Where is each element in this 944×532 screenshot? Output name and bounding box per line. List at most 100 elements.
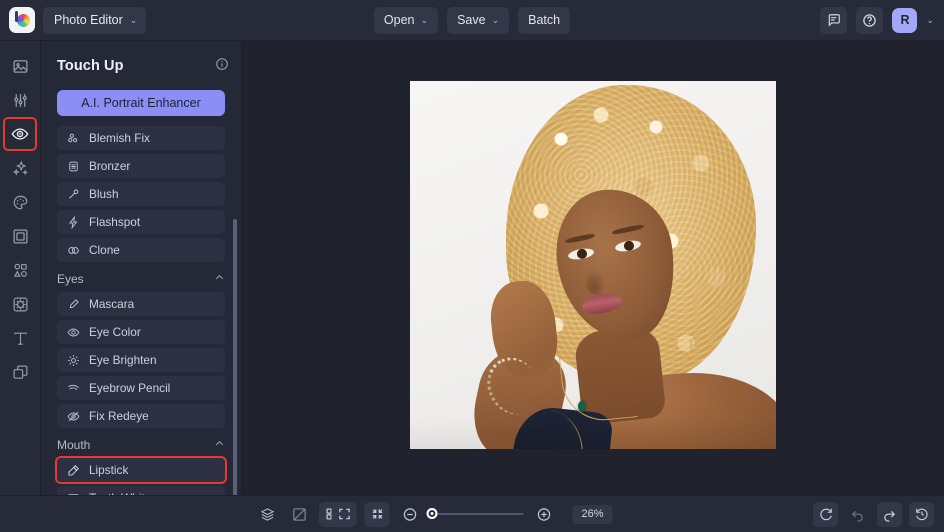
panel-scroll-area[interactable]: A.I. Portrait Enhancer Blemish Fix Bronz…	[41, 84, 241, 495]
group-header-eyes[interactable]: Eyes	[57, 272, 225, 286]
feedback-button[interactable]	[820, 6, 848, 34]
main-body: Touch Up A.I. Portrait Enhancer Blemish …	[0, 41, 944, 495]
bottom-toolbar-center: 26%	[331, 501, 613, 527]
app-logo[interactable]	[9, 7, 35, 33]
info-icon	[216, 57, 228, 70]
list-item[interactable]: Fix Redeye	[57, 404, 225, 428]
eye-icon	[11, 128, 29, 140]
logo-swirl	[17, 14, 30, 27]
photo-pupil-right	[623, 240, 635, 252]
touchup-panel: Touch Up A.I. Portrait Enhancer Blemish …	[41, 41, 242, 495]
top-toolbar: Photo Editor ⌄ Open ⌄ Save ⌄ Batch R ⌄	[0, 0, 944, 41]
chevron-up-icon	[214, 272, 225, 286]
sidebar-item-stickers[interactable]	[5, 289, 35, 319]
tool-rail	[0, 41, 41, 495]
blush-icon	[66, 187, 80, 201]
sidebar-item-image[interactable]	[5, 51, 35, 81]
zoom-slider-handle[interactable]	[426, 508, 438, 519]
shrink-icon	[372, 509, 382, 519]
blemish-icon	[66, 131, 80, 145]
list-item[interactable]: Eyebrow Pencil	[57, 376, 225, 400]
info-button[interactable]	[215, 57, 229, 76]
text-icon	[13, 332, 27, 345]
batch-button-label: Batch	[528, 13, 561, 27]
list-item[interactable]: Eye Brighten	[57, 348, 225, 372]
flash-icon	[66, 215, 80, 229]
lipstick-icon	[66, 463, 80, 477]
list-item[interactable]: Flashspot	[57, 210, 225, 234]
bronzer-icon	[66, 159, 80, 173]
photo-pendant	[578, 401, 586, 412]
list-item-label: Blush	[89, 187, 119, 201]
open-button[interactable]: Open ⌄	[373, 6, 439, 34]
list-item[interactable]: Eye Color	[57, 320, 225, 344]
frame-icon	[12, 228, 28, 244]
account-chevron-down-icon[interactable]: ⌄	[926, 15, 934, 25]
panel-header: Touch Up	[41, 48, 241, 84]
sidebar-item-effects[interactable]	[5, 153, 35, 183]
list-item[interactable]: Clone	[57, 238, 225, 262]
batch-button[interactable]: Batch	[518, 6, 571, 34]
photo-preview[interactable]	[410, 81, 776, 449]
avatar-initial: R	[900, 13, 910, 27]
sidebar-item-frames[interactable]	[5, 221, 35, 251]
page-title: Touch Up	[57, 58, 124, 74]
image-canvas[interactable]	[242, 41, 944, 495]
chevron-down-icon: ⌄	[129, 14, 138, 25]
redo-button[interactable]	[877, 501, 902, 527]
shrink-button[interactable]	[364, 501, 390, 527]
panel-scrollbar[interactable]	[233, 219, 237, 495]
sidebar-item-shapes[interactable]	[5, 255, 35, 285]
zoom-out-icon	[403, 507, 417, 521]
top-toolbar-right: R ⌄	[820, 6, 944, 34]
app-mode-selector[interactable]: Photo Editor ⌄	[43, 6, 147, 34]
top-toolbar-center: Open ⌄ Save ⌄ Batch	[373, 6, 571, 34]
layers-button[interactable]	[255, 502, 280, 527]
list-item-lipstick[interactable]: Lipstick	[55, 456, 227, 484]
sidebar-item-layers[interactable]	[5, 357, 35, 387]
list-item[interactable]: Blemish Fix	[57, 126, 225, 150]
chevron-down-icon: ⌄	[420, 14, 429, 25]
sidebar-item-text[interactable]	[5, 323, 35, 353]
ai-portrait-enhancer-label: A.I. Portrait Enhancer	[81, 96, 201, 110]
app-mode-label: Photo Editor	[54, 13, 123, 27]
chevron-down-icon: ⌄	[491, 14, 500, 25]
layers-icon	[13, 365, 27, 379]
fit-screen-button[interactable]	[331, 501, 357, 527]
sidebar-item-adjust[interactable]	[5, 85, 35, 115]
redo-icon	[884, 510, 896, 522]
zoom-slider[interactable]	[426, 508, 524, 519]
help-icon	[863, 13, 877, 27]
chevron-up-icon	[214, 438, 225, 452]
sidebar-item-color[interactable]	[5, 187, 35, 217]
zoom-level-value: 26%	[581, 508, 604, 520]
brighten-icon	[66, 353, 80, 367]
palette-icon	[13, 195, 27, 209]
zoom-out-button[interactable]	[398, 502, 423, 527]
group-header-mouth[interactable]: Mouth	[57, 438, 225, 452]
reset-button[interactable]	[813, 501, 838, 527]
list-item-label: Eye Color	[89, 325, 141, 339]
history-icon	[915, 508, 928, 521]
sidebar-item-touchup[interactable]	[3, 117, 37, 151]
save-button[interactable]: Save ⌄	[447, 6, 510, 34]
ai-portrait-enhancer-button[interactable]: A.I. Portrait Enhancer	[57, 90, 225, 116]
list-item[interactable]: Bronzer	[57, 154, 225, 178]
compare-icon	[293, 507, 306, 521]
avatar[interactable]: R	[892, 7, 918, 33]
compare-button[interactable]	[287, 502, 312, 527]
sparkles-icon	[12, 160, 28, 176]
list-item[interactable]: Teeth Whiten	[57, 486, 225, 495]
history-button[interactable]	[909, 501, 934, 527]
zoom-slider-track[interactable]	[426, 508, 524, 519]
list-item[interactable]: Mascara	[57, 292, 225, 316]
undo-icon	[851, 510, 863, 522]
list-item[interactable]: Blush	[57, 182, 225, 206]
mascara-icon	[66, 297, 80, 311]
image-icon	[12, 59, 28, 73]
help-button[interactable]	[856, 6, 884, 34]
zoom-level-display[interactable]: 26%	[572, 504, 613, 524]
undo-button[interactable]	[845, 502, 870, 527]
list-item-label: Mascara	[89, 297, 135, 311]
zoom-in-button[interactable]	[532, 502, 557, 527]
